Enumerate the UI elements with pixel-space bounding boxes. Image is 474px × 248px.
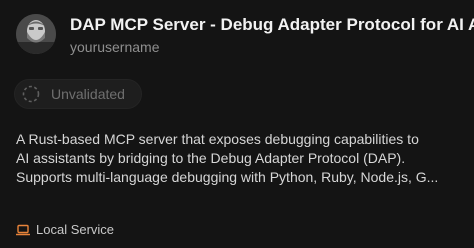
service-type-label: Local Service [36, 222, 115, 237]
user-avatar-icon [16, 14, 56, 54]
avatar [16, 14, 56, 54]
status-badge: Unvalidated [14, 79, 142, 109]
server-title[interactable]: DAP MCP Server - Debug Adapter Protocol … [70, 14, 474, 36]
owner-name[interactable]: yourusername [70, 38, 160, 56]
status-badge-label: Unvalidated [51, 86, 125, 102]
description-line: AI assistants by bridging to the Debug A… [16, 150, 406, 166]
description-line: Supports multi-language debugging with P… [16, 169, 439, 185]
server-description: A Rust-based MCP server that exposes deb… [16, 130, 468, 187]
dashed-circle-icon [22, 85, 40, 103]
laptop-icon [16, 224, 30, 236]
server-card[interactable]: DAP MCP Server - Debug Adapter Protocol … [0, 0, 474, 248]
description-line: A Rust-based MCP server that exposes deb… [16, 131, 419, 147]
